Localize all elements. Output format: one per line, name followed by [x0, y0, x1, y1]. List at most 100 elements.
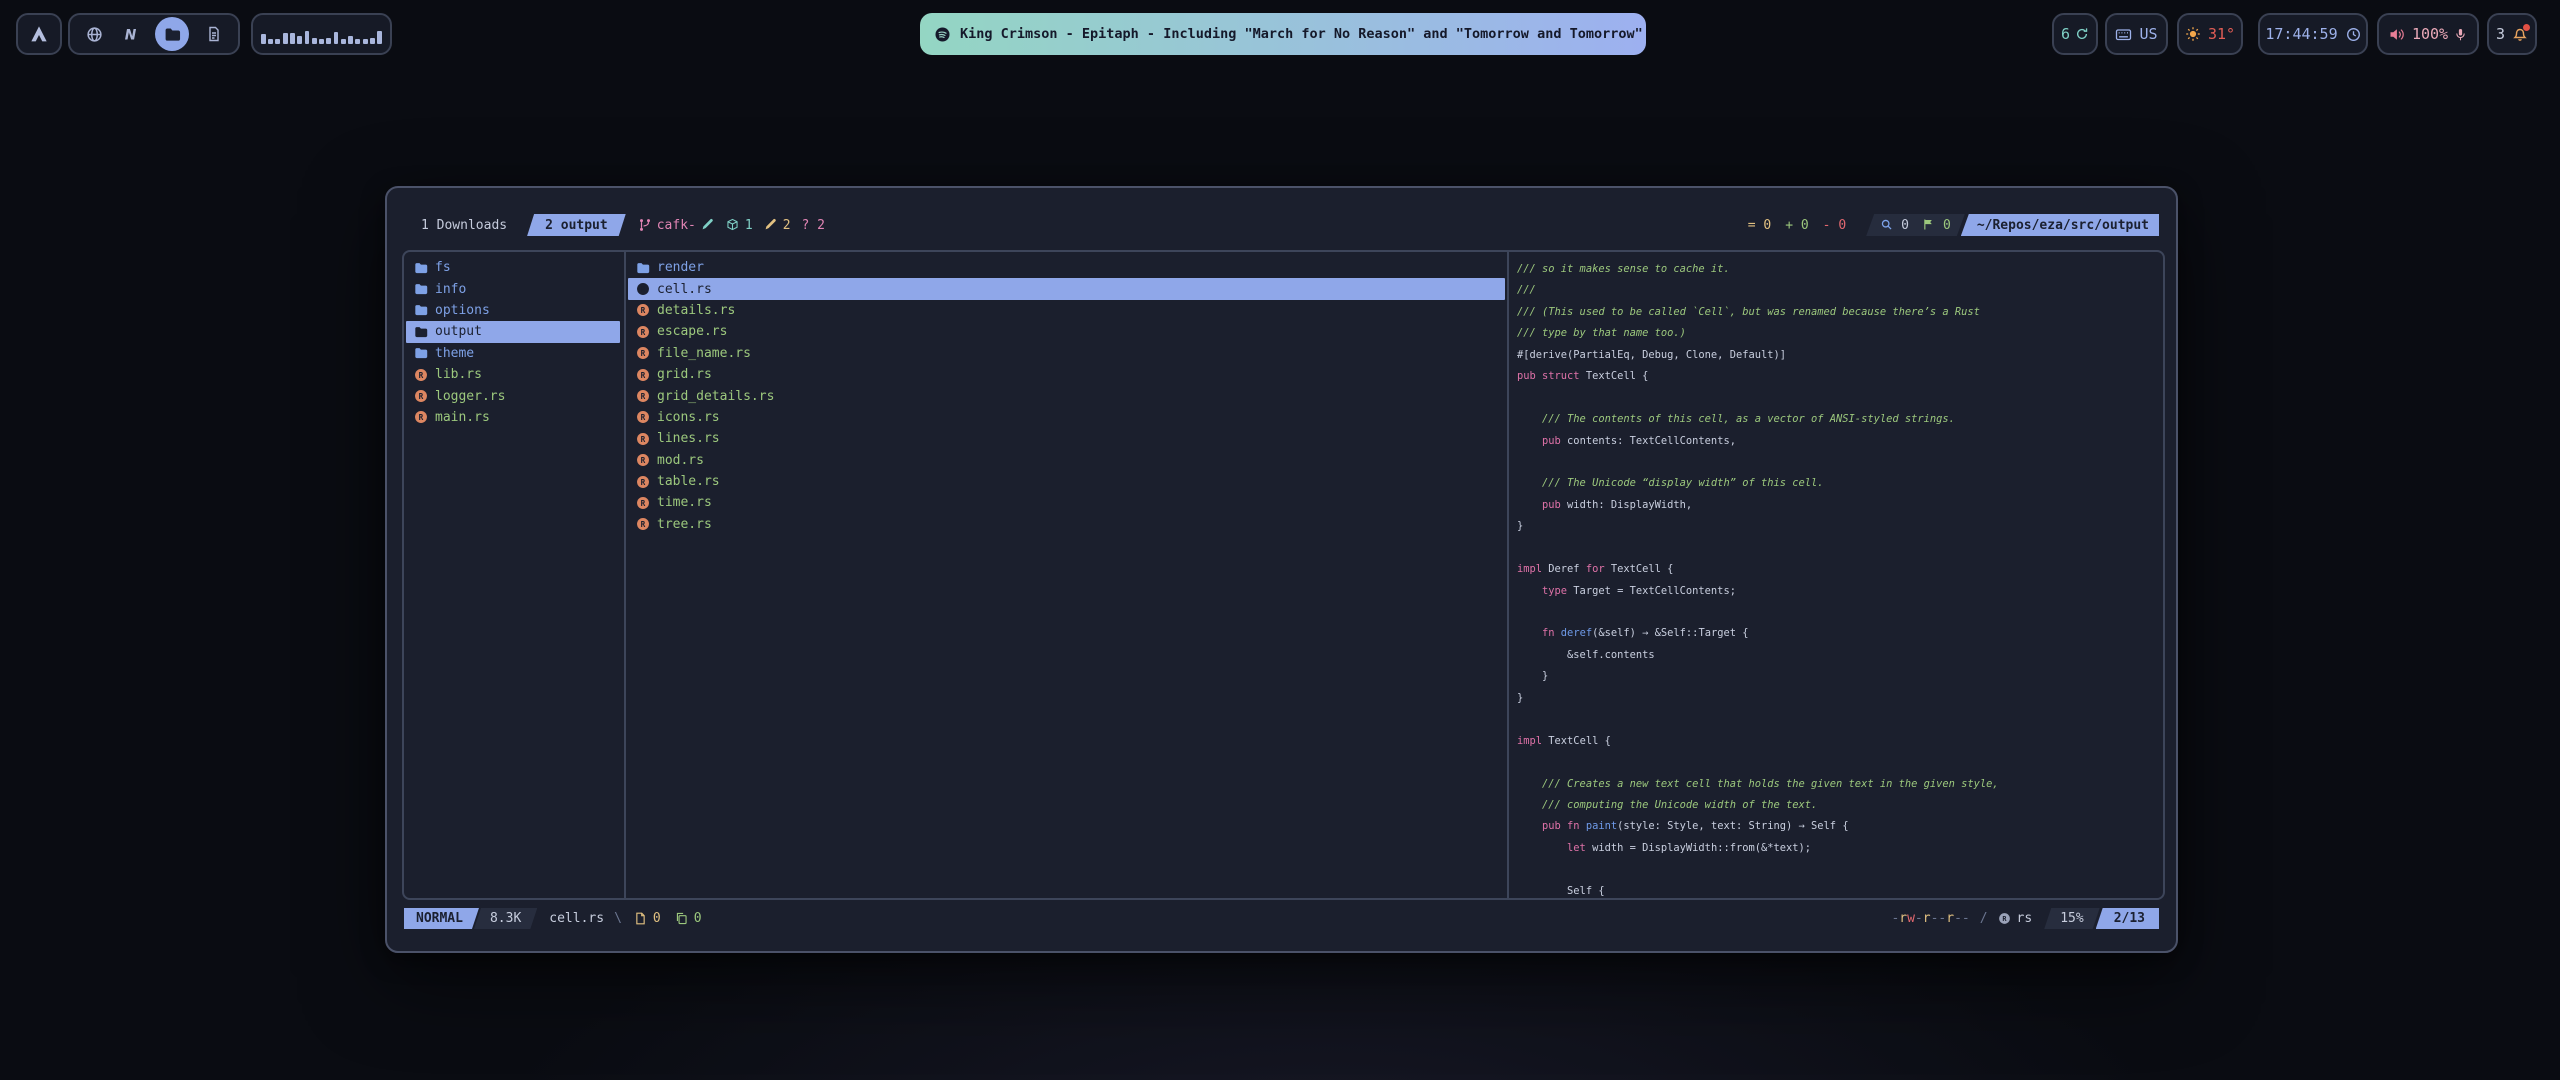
- rust-icon: R: [636, 303, 650, 317]
- terminal-window: 1 Downloads 2 output cafk- 1 2 ? 2: [385, 186, 2178, 953]
- file-row[interactable]: Rtable.rs: [628, 471, 1505, 492]
- cwd-path[interactable]: ~/Repos/eza/src/output: [1961, 214, 2159, 236]
- audio-widget[interactable]: 100%: [2377, 13, 2479, 55]
- copy-icon: [675, 912, 689, 926]
- code-line: [1517, 602, 2159, 623]
- file-row[interactable]: Rtree.rs: [628, 514, 1505, 535]
- svg-text:R: R: [641, 349, 646, 358]
- file-row[interactable]: render: [628, 257, 1505, 278]
- rust-icon: R: [636, 517, 650, 531]
- file-name: time.rs: [657, 495, 712, 510]
- code-line: impl Deref for TextCell {: [1517, 559, 2159, 580]
- folder-icon: [414, 346, 428, 360]
- keyboard-icon: [2115, 27, 2132, 42]
- file-row[interactable]: Rtime.rs: [628, 492, 1505, 513]
- file-row[interactable]: Rlines.rs: [628, 428, 1505, 449]
- code-line: [1517, 752, 2159, 773]
- rust-icon: R: [636, 496, 650, 510]
- code-line: #[derive(PartialEq, Debug, Clone, Defaul…: [1517, 345, 2159, 366]
- file-row[interactable]: Rgrid.rs: [628, 364, 1505, 385]
- code-line: fn deref(&self) → &Self::Target {: [1517, 623, 2159, 644]
- scroll-percent: 15%: [2044, 908, 2099, 929]
- rust-icon: R: [414, 389, 428, 403]
- file-name: table.rs: [657, 474, 720, 489]
- file-name: grid_details.rs: [657, 389, 774, 404]
- svg-text:R: R: [641, 392, 646, 401]
- file-name: cell.rs: [657, 282, 712, 297]
- flag-icon: [1922, 218, 1936, 232]
- document-icon[interactable]: [203, 23, 225, 45]
- file-row[interactable]: info: [406, 278, 620, 299]
- status-separator: \: [614, 911, 622, 926]
- git-branch-icon: [638, 218, 652, 232]
- file-row[interactable]: options: [406, 300, 620, 321]
- mode-badge: NORMAL: [404, 908, 479, 929]
- files-icon[interactable]: [155, 17, 189, 51]
- pane-separator: [1507, 252, 1509, 898]
- file-row[interactable]: Rcell.rs: [628, 278, 1505, 299]
- svg-text:R: R: [419, 413, 424, 422]
- file-row[interactable]: Rmod.rs: [628, 450, 1505, 471]
- sun-icon: [2185, 26, 2201, 42]
- notifications-widget[interactable]: 3: [2487, 13, 2537, 55]
- file-row[interactable]: Rlogger.rs: [406, 385, 620, 406]
- cpu-graph-widget[interactable]: [251, 13, 392, 55]
- preview-pane[interactable]: /// so it makes sense to cache it.//////…: [1517, 259, 2159, 896]
- file-row[interactable]: Rescape.rs: [628, 321, 1505, 342]
- code-line: /// The contents of this cell, as a vect…: [1517, 409, 2159, 430]
- notification-dot: [2523, 24, 2530, 31]
- file-row[interactable]: Rgrid_details.rs: [628, 385, 1505, 406]
- file-row[interactable]: output: [406, 321, 620, 342]
- svg-text:R: R: [641, 413, 646, 422]
- svg-text:R: R: [641, 520, 646, 529]
- music-widget[interactable]: King Crimson - Epitaph - Including "Marc…: [920, 13, 1646, 55]
- keyboard-layout-widget[interactable]: US: [2105, 13, 2168, 55]
- task-count: 0: [653, 911, 661, 926]
- refresh-icon: [2075, 27, 2089, 41]
- diff-modified: = 0: [1748, 218, 1771, 233]
- rust-icon: R: [636, 389, 650, 403]
- yazi-statusbar: NORMAL 8.3K cell.rs \ 0 0 -rw-r--r-- /: [404, 906, 2159, 932]
- rust-icon: R: [636, 282, 650, 296]
- current-pane[interactable]: renderRcell.rsRdetails.rsRescape.rsRfile…: [628, 257, 1505, 535]
- file-row[interactable]: theme: [406, 343, 620, 364]
- file-name: grid.rs: [657, 367, 712, 382]
- bell-icon: [2512, 26, 2528, 42]
- folder-icon: [414, 282, 428, 296]
- tab-output[interactable]: 2 output: [527, 214, 626, 236]
- file-row[interactable]: Rlib.rs: [406, 364, 620, 385]
- file-row[interactable]: Rdetails.rs: [628, 300, 1505, 321]
- code-line: }: [1517, 516, 2159, 537]
- browser-icon[interactable]: [83, 23, 105, 45]
- file-row[interactable]: Rfile_name.rs: [628, 343, 1505, 364]
- code-line: Self {: [1517, 881, 2159, 896]
- rust-icon: R: [636, 325, 650, 339]
- launcher-button[interactable]: [16, 13, 62, 55]
- code-line: pub contents: TextCellContents,: [1517, 431, 2159, 452]
- file-row[interactable]: Ricons.rs: [628, 407, 1505, 428]
- weather-widget[interactable]: 31°: [2177, 13, 2243, 55]
- code-line: pub width: DisplayWidth,: [1517, 495, 2159, 516]
- code-line: /// The Unicode “display width” of this …: [1517, 473, 2159, 494]
- clock-widget[interactable]: 17:44:59: [2258, 13, 2368, 55]
- status-filename: cell.rs: [549, 911, 604, 926]
- pencil-icon: [701, 218, 715, 232]
- svg-text:R: R: [419, 371, 424, 380]
- rust-icon: R: [414, 410, 428, 424]
- folder-icon: [414, 325, 428, 339]
- yazi-header: 1 Downloads 2 output cafk- 1 2 ? 2: [387, 213, 2176, 237]
- git-package-count: 1: [745, 218, 753, 233]
- folder-icon: [636, 261, 650, 275]
- spotify-icon: [934, 26, 951, 43]
- search-icon: [1880, 218, 1894, 232]
- tab-downloads[interactable]: 1 Downloads: [407, 214, 521, 236]
- task-file-icon: [634, 912, 648, 926]
- now-playing-title: King Crimson - Epitaph - Including "Marc…: [960, 26, 1643, 42]
- file-name: theme: [435, 346, 474, 361]
- file-row[interactable]: fs: [406, 257, 620, 278]
- parent-pane[interactable]: fsinfooptionsoutput theme Rlib.rsRlogger.r…: [406, 257, 620, 428]
- svg-text:R: R: [641, 499, 646, 508]
- updates-widget[interactable]: 6: [2052, 13, 2098, 55]
- file-row[interactable]: Rmain.rs: [406, 407, 620, 428]
- neovim-icon[interactable]: N: [119, 23, 141, 45]
